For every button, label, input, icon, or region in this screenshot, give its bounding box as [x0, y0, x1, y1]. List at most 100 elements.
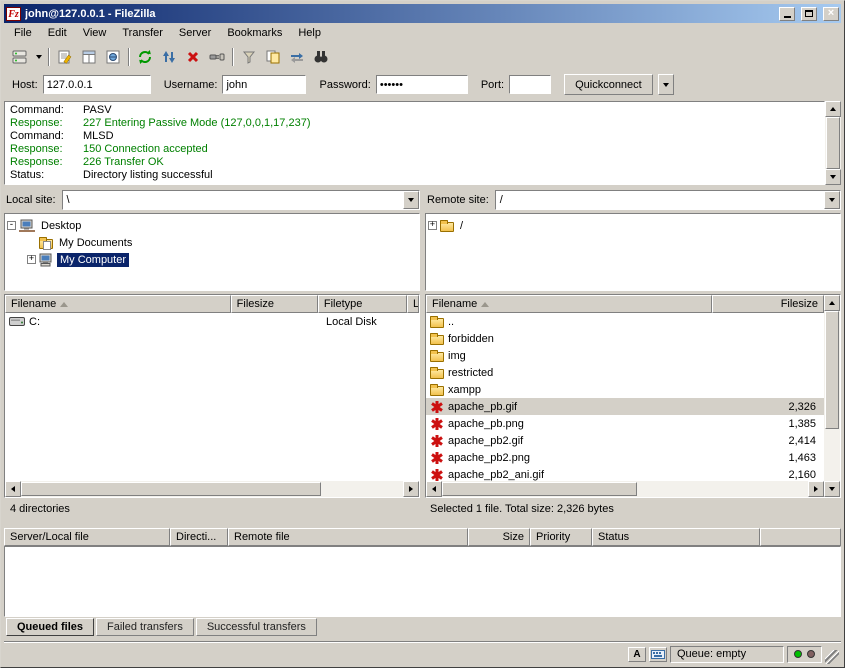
disconnect-button[interactable] [205, 45, 229, 68]
transfer-type-icon[interactable]: A [628, 647, 646, 662]
column-header-priority[interactable]: Priority [530, 528, 592, 546]
tab-successful-transfers[interactable]: Successful transfers [196, 618, 317, 636]
filter-button[interactable] [237, 45, 261, 68]
remote-site-dropdown-button[interactable] [824, 191, 840, 209]
column-header-filesize[interactable]: Filesize [712, 295, 824, 313]
column-header-remote-file[interactable]: Remote file [228, 528, 468, 546]
collapse-icon[interactable]: - [7, 221, 16, 230]
file-row[interactable]: C: Local Disk [5, 313, 419, 330]
column-header-filesize[interactable]: Filesize [231, 295, 318, 313]
column-header-size[interactable]: Size [468, 528, 530, 546]
scrollbar-thumb[interactable] [825, 311, 839, 429]
menu-transfer[interactable]: Transfer [114, 24, 171, 42]
quickconnect-button[interactable]: Quickconnect [564, 74, 653, 95]
minimize-button[interactable] [779, 7, 795, 21]
remote-horizontal-scrollbar[interactable] [426, 481, 824, 497]
scrollbar-track[interactable] [824, 311, 840, 481]
find-button[interactable] [309, 45, 333, 68]
scroll-left-button[interactable] [5, 481, 21, 497]
process-queue-button[interactable] [157, 45, 181, 68]
local-site-combobox[interactable]: \ [62, 190, 420, 210]
column-header-filename[interactable]: Filename [426, 295, 712, 313]
expand-icon[interactable]: + [428, 221, 437, 230]
toolbar-separator [48, 48, 50, 66]
file-row[interactable]: img [426, 347, 824, 364]
scrollbar-track[interactable] [825, 117, 841, 169]
log-vertical-scrollbar[interactable] [825, 101, 841, 185]
local-status-text: 4 directories [4, 503, 420, 515]
local-site-dropdown-button[interactable] [403, 191, 419, 209]
refresh-button[interactable] [133, 45, 157, 68]
tree-item-label[interactable]: Desktop [38, 219, 84, 233]
file-row[interactable]: apache_pb.png1,385 [426, 415, 824, 432]
file-row[interactable]: xampp [426, 381, 824, 398]
password-input[interactable] [376, 75, 468, 94]
menu-bookmarks[interactable]: Bookmarks [219, 24, 290, 42]
tree-item-label[interactable]: / [457, 219, 466, 233]
tree-item-desktop[interactable]: - Desktop [7, 217, 417, 234]
local-horizontal-scrollbar[interactable] [5, 481, 419, 497]
close-button[interactable]: × [823, 7, 839, 21]
menu-edit[interactable]: Edit [40, 24, 75, 42]
column-header-direction[interactable]: Directi... [170, 528, 228, 546]
keyboard-icon[interactable] [649, 647, 667, 662]
tree-item-root[interactable]: + / [428, 217, 838, 234]
toggle-remote-tree-button[interactable] [101, 45, 125, 68]
scrollbar-thumb[interactable] [21, 482, 321, 496]
file-row-selected[interactable]: apache_pb.gif2,326 [426, 398, 824, 415]
menu-help[interactable]: Help [290, 24, 329, 42]
host-input[interactable] [43, 75, 151, 94]
scroll-right-button[interactable] [808, 481, 824, 497]
tab-failed-transfers[interactable]: Failed transfers [96, 618, 194, 636]
file-row[interactable]: restricted [426, 364, 824, 381]
compare-button[interactable] [261, 45, 285, 68]
tree-item-label[interactable]: My Documents [56, 236, 135, 250]
maximize-button[interactable] [801, 7, 817, 21]
titlebar[interactable]: Fz john@127.0.0.1 - FileZilla × [4, 4, 841, 23]
quickconnect-dropdown-button[interactable] [658, 74, 674, 95]
scroll-left-button[interactable] [426, 481, 442, 497]
scroll-right-button[interactable] [403, 481, 419, 497]
cancel-button[interactable] [181, 45, 205, 68]
local-site-label: Local site: [4, 194, 62, 206]
tree-item-my-computer[interactable]: + My Computer [7, 251, 417, 268]
scroll-down-button[interactable] [824, 481, 840, 497]
quickconnect-bar: Host: Username: Password: Port: Quickcon… [4, 70, 841, 99]
menu-view[interactable]: View [75, 24, 115, 42]
tree-item-my-documents[interactable]: My Documents [7, 234, 417, 251]
sync-browse-button[interactable] [285, 45, 309, 68]
resize-grip[interactable] [825, 650, 839, 664]
remote-vertical-scrollbar[interactable] [824, 295, 840, 497]
scrollbar-track[interactable] [21, 481, 403, 497]
column-header-filetype[interactable]: Filetype [318, 295, 407, 313]
column-header-filename[interactable]: Filename [5, 295, 231, 313]
scrollbar-track[interactable] [442, 481, 808, 497]
file-row[interactable]: .. [426, 313, 824, 330]
file-row[interactable]: forbidden [426, 330, 824, 347]
queue-list[interactable] [4, 546, 841, 617]
column-header-server-local-file[interactable]: Server/Local file [4, 528, 170, 546]
toggle-message-log-button[interactable] [53, 45, 77, 68]
scrollbar-thumb[interactable] [826, 117, 840, 169]
scroll-down-button[interactable] [825, 169, 841, 185]
menu-server[interactable]: Server [171, 24, 219, 42]
file-row[interactable]: apache_pb2.png1,463 [426, 449, 824, 466]
site-manager-dropdown-button[interactable] [32, 45, 45, 68]
file-row[interactable]: apache_pb2_ani.gif2,160 [426, 466, 824, 481]
column-header-last-modified[interactable]: L [407, 295, 419, 313]
port-input[interactable] [509, 75, 551, 94]
scroll-up-button[interactable] [824, 295, 840, 311]
toggle-local-tree-button[interactable] [77, 45, 101, 68]
tab-queued-files[interactable]: Queued files [6, 618, 94, 636]
expand-icon[interactable]: + [27, 255, 36, 264]
tree-item-label[interactable]: My Computer [57, 253, 129, 267]
menu-file[interactable]: File [6, 24, 40, 42]
local-file-list: Filename Filesize Filetype L C: Local Di… [4, 294, 420, 498]
file-row[interactable]: apache_pb2.gif2,414 [426, 432, 824, 449]
remote-site-combobox[interactable]: / [495, 190, 841, 210]
column-header-status[interactable]: Status [592, 528, 760, 546]
scroll-up-button[interactable] [825, 101, 841, 117]
username-input[interactable] [222, 75, 306, 94]
site-manager-button[interactable] [8, 45, 32, 68]
scrollbar-thumb[interactable] [442, 482, 637, 496]
